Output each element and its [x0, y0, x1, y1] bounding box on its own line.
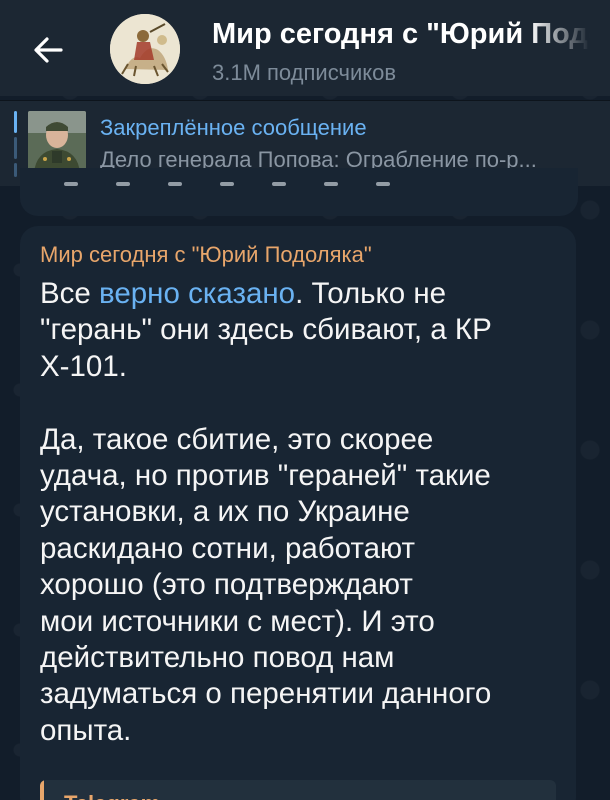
message-line: Да, такое сбитие, это скорее — [40, 422, 434, 456]
message-line: "герань" они здесь сбивают, а КР — [40, 313, 492, 347]
message-line: Х-101. — [40, 349, 127, 383]
message-sender[interactable]: Мир сегодня с "Юрий Подоляка" — [40, 242, 372, 268]
message-line: установки, а их по Украине — [40, 495, 410, 529]
pinned-indicator — [14, 111, 17, 177]
message-line: удача, но против "гераней" такие — [40, 459, 491, 493]
link-preview[interactable]: Telegram — [40, 780, 556, 800]
message-bubble[interactable]: Мир сегодня с "Юрий Подоляка" Все верно … — [20, 226, 576, 800]
chat-header: Мир сегодня с "Юрий Подоляка" 3.1M подпи… — [0, 0, 610, 96]
previous-message-bubble — [20, 168, 578, 216]
message-text: Все верно сказано. Только не "герань" он… — [40, 276, 560, 749]
channel-title[interactable]: Мир сегодня с "Юрий Подоляка" — [212, 18, 590, 51]
back-button[interactable] — [28, 30, 68, 70]
message-line: хорошо (это подтверждают — [40, 568, 413, 602]
message-line: действительно повод нам — [40, 641, 395, 675]
message-line: мои источники с мест). И это — [40, 604, 435, 638]
arrow-left-icon — [34, 37, 63, 63]
link-preview-accent — [40, 780, 44, 800]
pinned-label: Закреплённое сообщение — [100, 115, 367, 140]
channel-avatar[interactable] — [110, 14, 180, 84]
message-line: задуматься о перенятии данного — [40, 677, 492, 711]
previous-message-text-fragment — [20, 168, 578, 186]
message-link[interactable]: верно сказано — [99, 277, 295, 310]
message-line: Все верно сказано. Только не — [40, 277, 447, 310]
pinned-thumbnail — [28, 111, 86, 173]
message-line: опыта. — [40, 713, 132, 747]
link-preview-site: Telegram — [64, 791, 160, 800]
message-line: раскидано сотни, работают — [40, 531, 416, 565]
subscriber-count: 3.1M подписчиков — [212, 60, 397, 85]
